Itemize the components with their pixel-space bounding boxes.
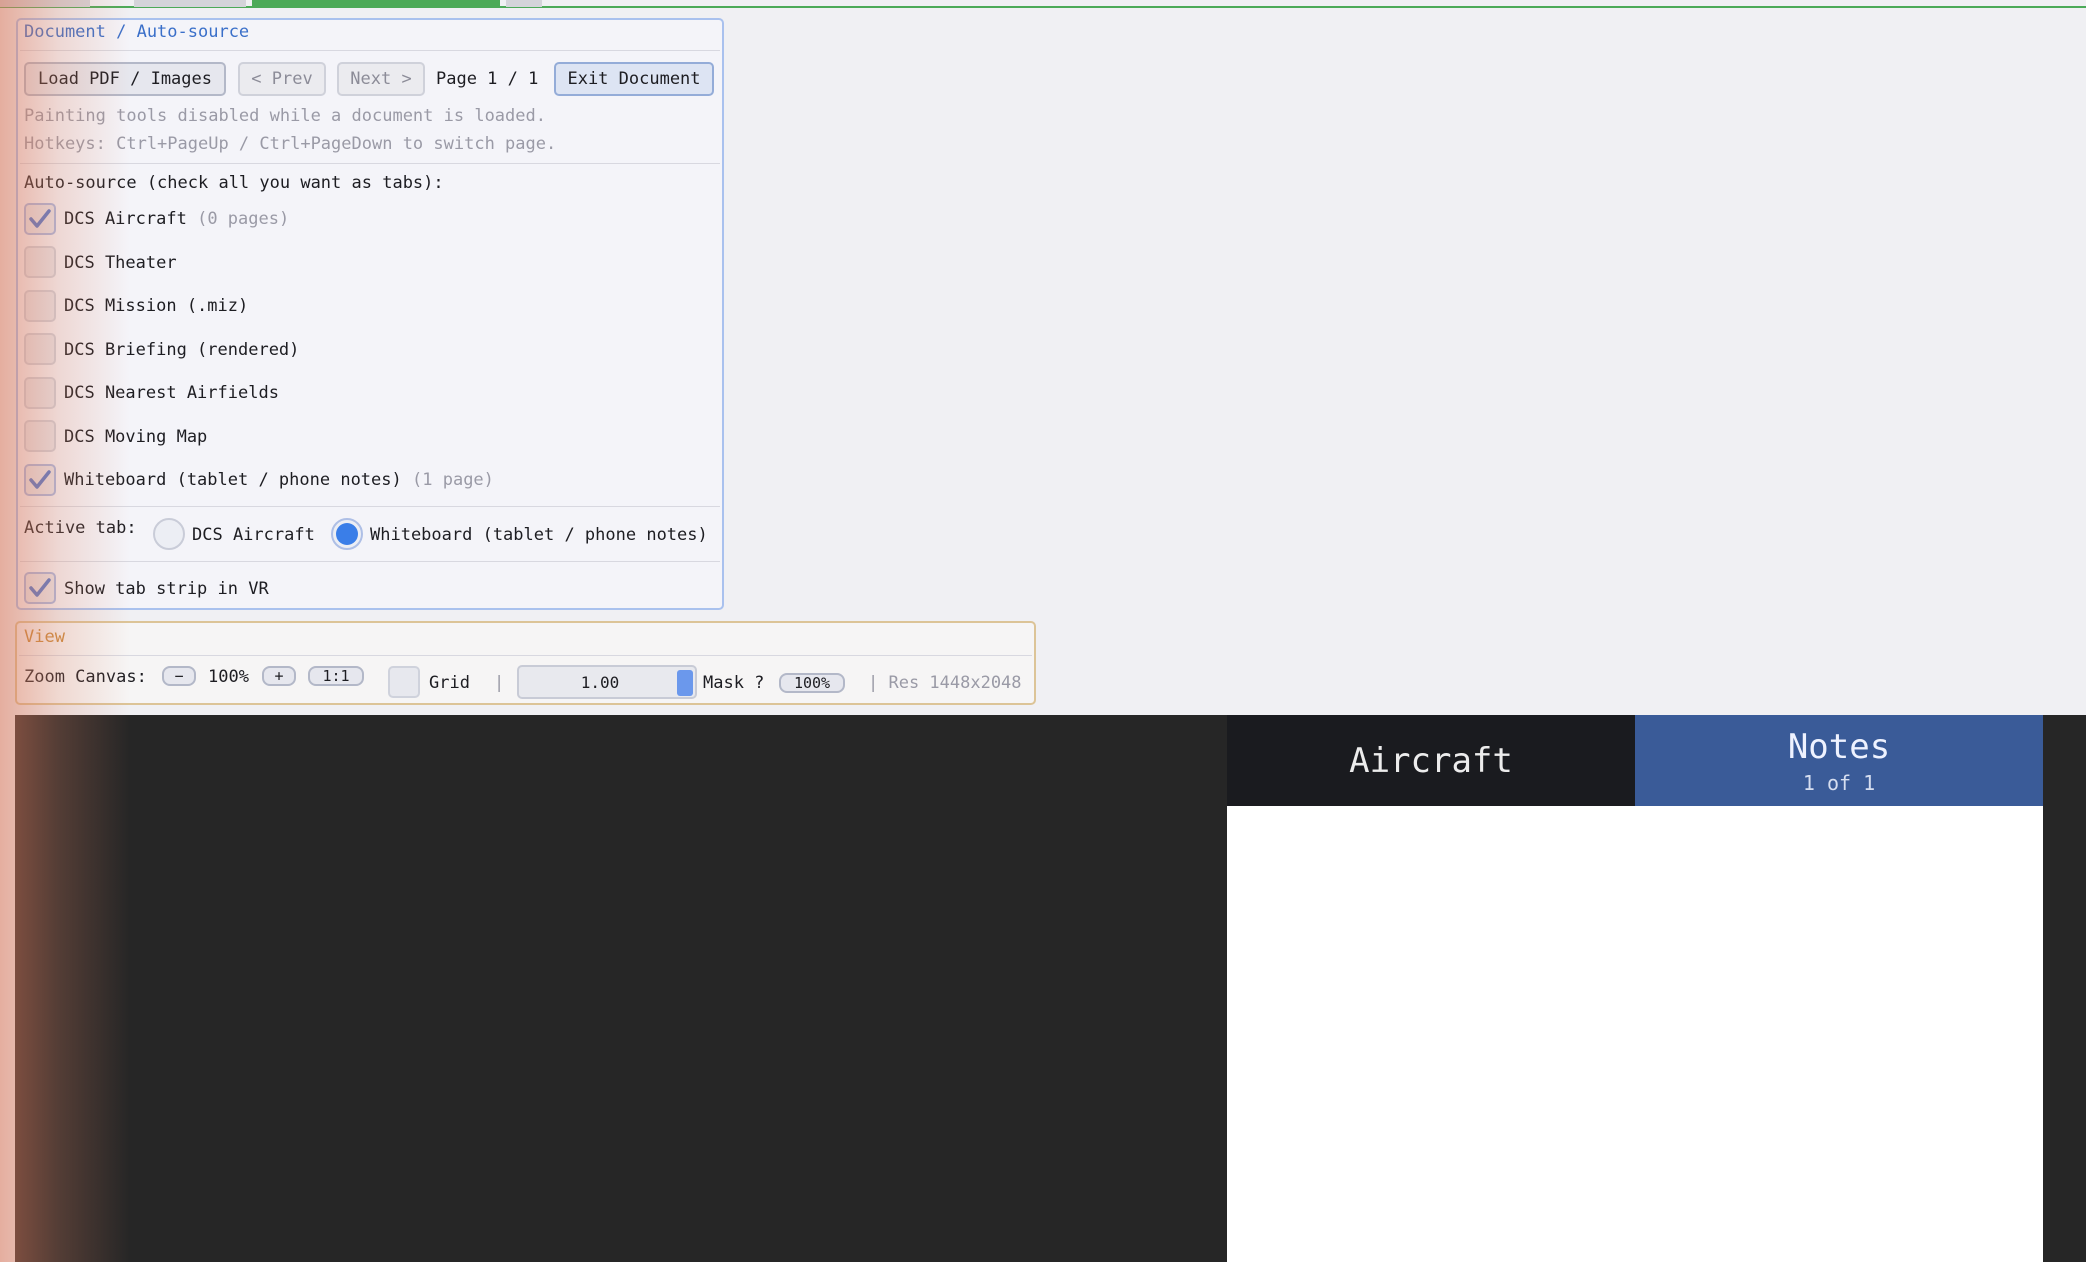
vr-tab-notes[interactable]: Notes 1 of 1 — [1635, 715, 2043, 806]
hotkeys-hint: Hotkeys: Ctrl+PageUp / Ctrl+PageDown to … — [24, 134, 557, 154]
source-label: DCS Aircraft (0 pages) — [64, 209, 289, 229]
source-label: DCS Theater — [64, 253, 177, 273]
painting-disabled-hint: Painting tools disabled while a document… — [24, 106, 546, 126]
mask-value-button[interactable]: 100% — [779, 673, 845, 693]
vr-tab-label: Aircraft — [1349, 740, 1513, 781]
vr-tab-aircraft[interactable]: Aircraft — [1227, 715, 1635, 806]
source-label: Whiteboard (tablet / phone notes) (1 pag… — [64, 470, 494, 490]
zoom-out-button[interactable]: − — [162, 666, 196, 686]
grid-checkbox[interactable] — [388, 666, 420, 698]
top-tab-4[interactable] — [506, 0, 542, 7]
source-checkbox-dcs-nearest-airfields[interactable] — [24, 377, 56, 409]
radio-label: Whiteboard (tablet / phone notes) — [370, 525, 708, 545]
source-name: Whiteboard (tablet / phone notes) — [64, 470, 402, 490]
source-count: (0 pages) — [197, 209, 290, 229]
top-tab-2[interactable] — [134, 0, 246, 7]
active-tab-radio-whiteboard[interactable] — [331, 518, 363, 550]
exit-document-button[interactable]: Exit Document — [554, 62, 714, 96]
zoom-reset-button[interactable]: 1:1 — [308, 666, 364, 686]
next-page-button[interactable]: Next > — [337, 62, 425, 96]
grid-label: Grid — [429, 673, 470, 693]
divider — [20, 561, 720, 562]
divider — [20, 50, 720, 51]
separator-pipe: | — [494, 673, 505, 693]
check-mark-icon — [29, 209, 51, 228]
divider — [20, 163, 720, 164]
source-checkbox-dcs-briefing[interactable] — [24, 333, 56, 365]
resolution-readout: | Res 1448x2048 — [868, 673, 1022, 693]
show-tab-strip-checkbox[interactable] — [24, 572, 56, 604]
top-tab-1[interactable] — [0, 0, 90, 7]
source-label: DCS Mission (.miz) — [64, 296, 249, 316]
source-label: DCS Briefing (rendered) — [64, 340, 300, 360]
zoom-value: 100% — [208, 667, 249, 687]
vr-tab-label: Notes — [1787, 726, 1891, 767]
source-label: DCS Nearest Airfields — [64, 383, 279, 403]
top-tab-active[interactable] — [252, 0, 500, 7]
zoom-in-button[interactable]: + — [262, 666, 296, 686]
active-tab-radio-dcs-aircraft[interactable] — [153, 518, 185, 550]
radio-label: DCS Aircraft — [192, 525, 315, 545]
source-checkbox-dcs-theater[interactable] — [24, 246, 56, 278]
view-panel-title: View — [24, 627, 65, 647]
slider-thumb[interactable] — [677, 670, 693, 696]
source-checkbox-dcs-aircraft[interactable] — [24, 203, 56, 235]
prev-page-button[interactable]: < Prev — [238, 62, 326, 96]
mask-label: Mask ? — [703, 673, 765, 693]
source-label: DCS Moving Map — [64, 427, 208, 447]
active-tab-label: Active tab: — [24, 518, 137, 538]
source-checkbox-whiteboard[interactable] — [24, 464, 56, 496]
check-mark-icon — [29, 470, 51, 489]
source-count: (1 page) — [412, 470, 494, 490]
document-panel-title: Document / Auto-source — [24, 22, 250, 42]
source-checkbox-dcs-mission[interactable] — [24, 290, 56, 322]
zoom-canvas-label: Zoom Canvas: — [24, 667, 147, 687]
page-indicator: Page 1 / 1 — [436, 69, 539, 89]
show-tab-strip-label: Show tab strip in VR — [64, 579, 269, 599]
radio-selected-dot — [336, 523, 358, 545]
source-checkbox-dcs-moving-map[interactable] — [24, 420, 56, 452]
autosource-heading: Auto-source (check all you want as tabs)… — [24, 173, 444, 193]
check-mark-icon — [29, 578, 51, 597]
slider-value: 1.00 — [580, 672, 620, 692]
load-pdf-button[interactable]: Load PDF / Images — [24, 62, 226, 96]
mask-opacity-slider[interactable]: 1.00 — [517, 665, 697, 699]
source-name: DCS Aircraft — [64, 209, 187, 229]
whiteboard-page[interactable] — [1227, 806, 2043, 1262]
vr-tab-page-count: 1 of 1 — [1802, 770, 1876, 795]
divider — [20, 506, 720, 507]
divider — [19, 655, 1032, 656]
